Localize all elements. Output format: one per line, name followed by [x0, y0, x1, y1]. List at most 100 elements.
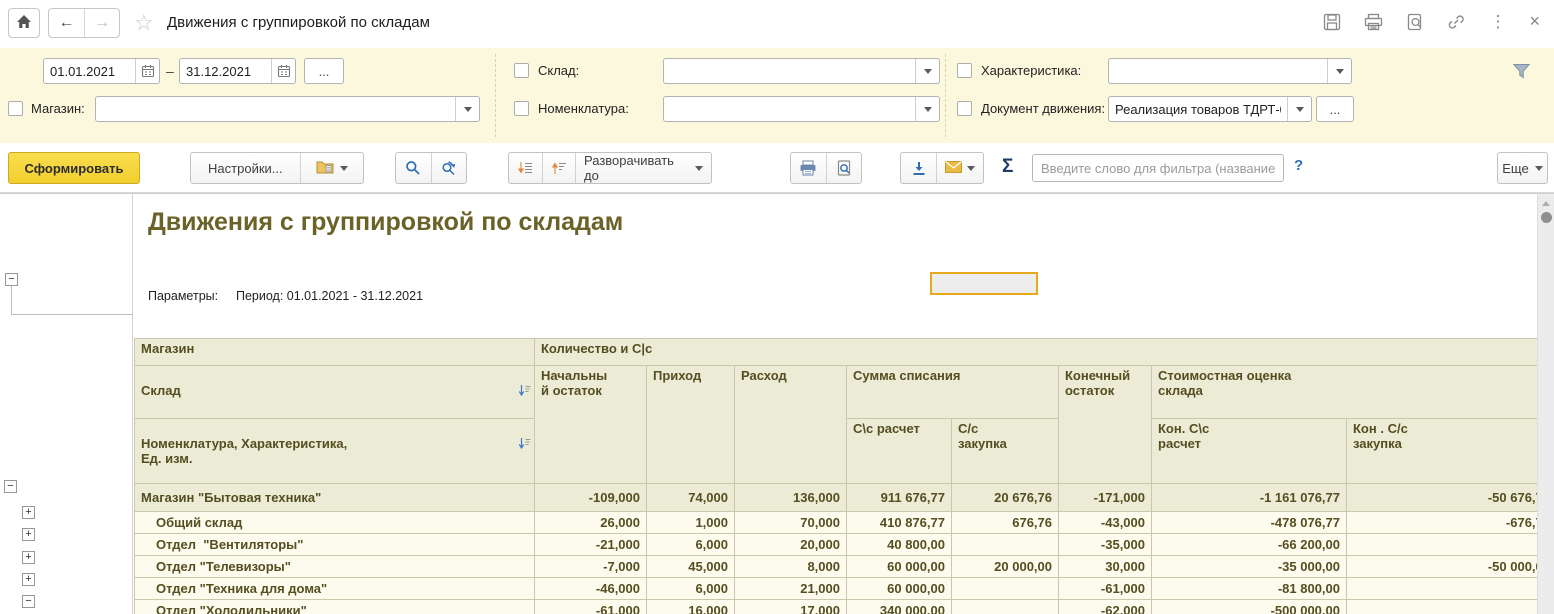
table-row[interactable]: Магазин "Бытовая техника"-109,00074,0001… — [135, 484, 1538, 512]
value-cell[interactable]: -21,000 — [535, 534, 647, 556]
characteristic-input[interactable] — [1109, 59, 1327, 83]
value-cell[interactable] — [952, 578, 1059, 600]
value-cell[interactable]: 8,000 — [735, 556, 847, 578]
value-cell[interactable]: -35,000 — [1059, 534, 1152, 556]
row-name-cell[interactable]: Общий склад — [135, 512, 535, 534]
value-cell[interactable]: 16,000 — [647, 600, 735, 614]
value-cell[interactable]: 340 000,00 — [847, 600, 952, 614]
send-mail-button[interactable] — [936, 153, 983, 183]
chevron-down-icon[interactable] — [1327, 59, 1351, 83]
more-button[interactable]: Еще — [1497, 152, 1548, 184]
value-cell[interactable]: -478 076,77 — [1152, 512, 1347, 534]
calendar-icon[interactable] — [271, 59, 295, 83]
header-valuation[interactable]: Стоимостная оценка склада — [1152, 366, 1538, 419]
value-cell[interactable]: -676,76 — [1347, 512, 1538, 534]
value-cell[interactable]: 21,000 — [735, 578, 847, 600]
header-qty-cost[interactable]: Количество и С|с — [535, 339, 1538, 366]
table-row[interactable]: Отдел "Телевизоры"-7,00045,0008,00060 00… — [135, 556, 1538, 578]
table-row[interactable]: Общий склад26,0001,00070,000410 876,7767… — [135, 512, 1538, 534]
value-cell[interactable]: 45,000 — [647, 556, 735, 578]
header-nomenclature[interactable]: Номенклатура, Характеристика, Ед. изм. — [135, 419, 535, 484]
search-next-icon[interactable] — [431, 153, 466, 183]
header-warehouse[interactable]: Склад — [135, 366, 535, 419]
value-cell[interactable]: -61,000 — [535, 600, 647, 614]
value-cell[interactable]: 30,000 — [1059, 556, 1152, 578]
sort-icon[interactable] — [518, 422, 531, 453]
store-checkbox[interactable] — [8, 101, 23, 116]
row-name-cell[interactable]: Магазин "Бытовая техника" — [135, 484, 535, 512]
help-icon[interactable]: ? — [1294, 157, 1303, 174]
value-cell[interactable] — [1347, 578, 1538, 600]
row-name-cell[interactable]: Отдел "Холодильники" — [135, 600, 535, 614]
value-cell[interactable] — [952, 600, 1059, 614]
value-cell[interactable]: -35 000,00 — [1152, 556, 1347, 578]
collapse-levels-icon[interactable] — [509, 153, 542, 183]
value-cell[interactable]: 40 800,00 — [847, 534, 952, 556]
favorite-star-icon[interactable]: ☆ — [134, 10, 154, 36]
collapse-row-toggle[interactable]: − — [4, 480, 17, 493]
warehouse-input[interactable] — [664, 59, 915, 83]
value-cell[interactable]: -7,000 — [535, 556, 647, 578]
expand-to-button[interactable]: Разворачивать до — [575, 153, 711, 183]
header-end-cost-purchase[interactable]: Кон . С/с закупка — [1347, 419, 1538, 484]
header-store[interactable]: Магазин — [135, 339, 535, 366]
chevron-down-icon[interactable] — [915, 59, 939, 83]
filter-funnel-icon[interactable] — [1512, 63, 1531, 85]
value-cell[interactable]: 26,000 — [535, 512, 647, 534]
more-menu-icon[interactable]: ⋮ — [1489, 12, 1506, 32]
value-cell[interactable]: -109,000 — [535, 484, 647, 512]
outer-group-toggle[interactable]: − — [5, 273, 18, 286]
row-name-cell[interactable]: Отдел "Техника для дома" — [135, 578, 535, 600]
row-name-cell[interactable]: Отдел "Телевизоры" — [135, 556, 535, 578]
value-cell[interactable]: -62,000 — [1059, 600, 1152, 614]
value-cell[interactable] — [952, 534, 1059, 556]
vertical-scrollbar[interactable] — [1537, 194, 1554, 614]
report-variants-button[interactable] — [300, 153, 363, 183]
home-button[interactable] — [8, 8, 40, 38]
scroll-up-icon[interactable] — [1542, 201, 1550, 206]
sort-icon[interactable] — [518, 369, 531, 400]
back-button[interactable]: ← — [49, 9, 84, 37]
value-cell[interactable] — [1347, 534, 1538, 556]
value-cell[interactable] — [1347, 600, 1538, 614]
nomenclature-input[interactable] — [664, 97, 915, 121]
header-writeoff-sum[interactable]: Сумма списания — [847, 366, 1059, 419]
characteristic-checkbox[interactable] — [957, 63, 972, 78]
search-icon[interactable] — [396, 153, 431, 183]
value-cell[interactable]: 17,000 — [735, 600, 847, 614]
value-cell[interactable]: 20,000 — [735, 534, 847, 556]
expand-row-toggle[interactable]: + — [22, 528, 35, 541]
save-report-icon[interactable] — [901, 153, 936, 183]
value-cell[interactable]: 60 000,00 — [847, 578, 952, 600]
movement-doc-checkbox[interactable] — [957, 101, 972, 116]
value-cell[interactable]: -61,000 — [1059, 578, 1152, 600]
header-begin-balance[interactable]: Начальны й остаток — [535, 366, 647, 484]
table-row[interactable]: Отдел "Холодильники"-61,00016,00017,0003… — [135, 600, 1538, 614]
selected-cell[interactable] — [930, 272, 1038, 295]
expand-row-toggle[interactable]: + — [22, 551, 35, 564]
expand-levels-icon[interactable] — [542, 153, 575, 183]
value-cell[interactable]: 74,000 — [647, 484, 735, 512]
collapse-row-toggle[interactable]: − — [22, 595, 35, 608]
save-icon[interactable] — [1323, 13, 1341, 31]
value-cell[interactable]: -50 000,00 — [1347, 556, 1538, 578]
header-end-balance[interactable]: Конечный остаток — [1059, 366, 1152, 484]
forward-button[interactable]: → — [84, 9, 119, 37]
header-income[interactable]: Приход — [647, 366, 735, 484]
value-cell[interactable]: 410 876,77 — [847, 512, 952, 534]
value-cell[interactable]: -46,000 — [535, 578, 647, 600]
print-icon[interactable] — [1364, 13, 1383, 31]
close-icon[interactable]: × — [1529, 11, 1540, 32]
value-cell[interactable]: -81 800,00 — [1152, 578, 1347, 600]
chevron-down-icon[interactable] — [455, 97, 479, 121]
table-row[interactable]: Отдел "Вентиляторы"-21,0006,00020,00040 … — [135, 534, 1538, 556]
value-cell[interactable]: 911 676,77 — [847, 484, 952, 512]
value-cell[interactable]: 676,76 — [952, 512, 1059, 534]
header-cost-purchase[interactable]: С/с закупка — [952, 419, 1059, 484]
preview-icon[interactable] — [1406, 13, 1424, 31]
settings-button[interactable]: Настройки... — [191, 153, 300, 183]
value-cell[interactable]: 60 000,00 — [847, 556, 952, 578]
scrollbar-thumb[interactable] — [1541, 212, 1552, 223]
movement-doc-input[interactable] — [1109, 97, 1287, 121]
value-cell[interactable]: -1 161 076,77 — [1152, 484, 1347, 512]
